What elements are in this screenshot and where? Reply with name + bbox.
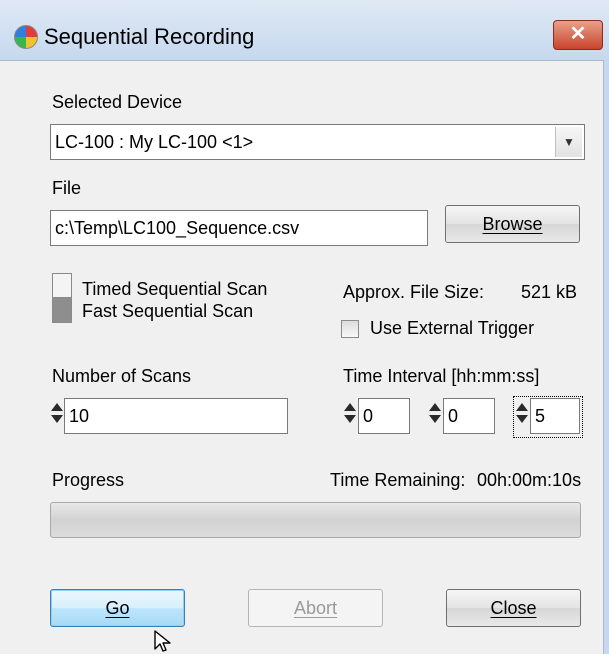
minutes-spinner-arrows-icon[interactable] [428,398,442,434]
selected-device-label: Selected Device [52,92,183,112]
minutes-input[interactable]: 0 [443,398,495,434]
external-trigger-checkbox[interactable] [341,320,359,338]
close-button-label: Close [490,598,537,618]
device-select-value: LC-100 : My LC-100 <1> [55,132,254,152]
close-window-button[interactable]: ✕ [553,20,603,50]
close-icon: ✕ [569,23,587,45]
go-button[interactable]: Go [50,589,185,627]
abort-button-label: Abort [293,598,338,618]
number-of-scans-input[interactable]: 10 [64,398,288,434]
sequential-recording-dialog: Sequential Recording ✕ Selected Device L… [0,0,609,654]
close-button[interactable]: Close [446,589,581,627]
window-title: Sequential Recording [44,24,255,49]
title-bar[interactable]: Sequential Recording ✕ [0,0,609,61]
window-frame-edge [603,60,609,654]
progress-label: Progress [52,470,125,490]
file-size-value: 521 kB [521,282,578,302]
fast-scan-indicator [53,298,71,322]
scans-spinner-arrows-icon[interactable] [50,398,64,434]
progress-bar [50,502,581,538]
timed-scan-indicator [53,274,71,298]
file-path-input[interactable]: c:\Temp\LC100_Sequence.csv [50,210,428,246]
external-trigger-label: Use External Trigger [370,318,535,338]
device-select[interactable]: LC-100 : My LC-100 <1> ▼ [50,124,585,160]
time-remaining-label: Time Remaining: [330,470,466,490]
file-size-label: Approx. File Size: [343,282,485,302]
seconds-input[interactable]: 5 [530,398,580,434]
hours-input[interactable]: 0 [358,398,410,434]
color-wheel-icon [14,25,38,49]
browse-button[interactable]: Browse [445,205,580,243]
abort-button[interactable]: Abort [248,589,383,627]
browse-button-label: Browse [482,214,543,234]
time-interval-label: Time Interval [hh:mm:ss] [343,366,540,386]
fast-sequential-scan-label: Fast Sequential Scan [82,301,254,321]
chevron-down-icon[interactable]: ▼ [555,127,582,157]
mouse-pointer-icon [154,630,171,652]
scan-mode-toggle[interactable] [52,273,72,323]
number-of-scans-label: Number of Scans [52,366,192,386]
time-remaining-value: 00h:00m:10s [477,470,582,490]
hours-spinner-arrows-icon[interactable] [343,398,357,434]
seconds-spinner-arrows-icon[interactable] [515,398,529,434]
go-button-label: Go [105,598,130,618]
timed-sequential-scan-label: Timed Sequential Scan [82,279,268,299]
file-label: File [52,178,82,198]
